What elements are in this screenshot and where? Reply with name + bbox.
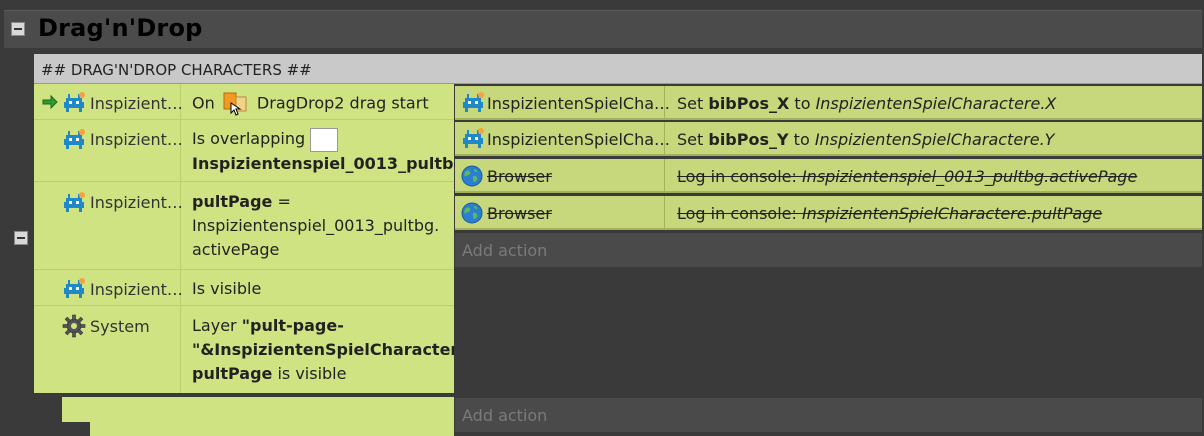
action-object-name: Browser — [487, 167, 552, 186]
trigger-arrow-icon — [42, 95, 58, 109]
action-object-name: Browser — [487, 204, 552, 223]
condition-variable: pultPage — [192, 192, 273, 211]
group-collapse-toggle[interactable] — [11, 22, 25, 36]
action-label: to — [788, 130, 815, 149]
globe-icon — [461, 202, 483, 224]
action-label: Log in console: — [677, 167, 802, 186]
condition-operator: = — [272, 192, 291, 211]
alien-sprite-icon — [64, 278, 85, 298]
action-column-divider — [664, 86, 665, 120]
condition-object-name: Inspizient… — [90, 94, 183, 113]
sub-event-conditions[interactable] — [90, 422, 454, 436]
condition-text: DragDrop2 drag start — [256, 93, 429, 113]
alien-sprite-icon — [64, 129, 85, 149]
condition-param: "pult-page- — [241, 316, 344, 335]
alien-sprite-icon — [64, 92, 85, 112]
action-expression: InspizientenSpielCharactere.X — [815, 94, 1057, 113]
action-label: to — [789, 94, 816, 113]
action-text: Set bibPos_Y to InspizientenSpielCharact… — [677, 130, 1054, 149]
action-text: Log in console: InspizientenSpielCharact… — [677, 204, 1102, 223]
condition-divider — [34, 181, 454, 182]
condition-text: Layer — [192, 316, 242, 335]
action-row-disabled[interactable]: Browser Log in console: InspizientenSpie… — [455, 196, 1202, 230]
condition-text: Is overlapping — [192, 129, 306, 148]
condition-is-overlapping[interactable]: Is overlapping Inspizientenspiel_0013_pu… — [192, 127, 465, 176]
action-expression: InspizientenSpielCharactere.pultPage — [801, 204, 1103, 223]
action-row[interactable]: InspizientenSpielCha… Set bibPos_X to In… — [455, 86, 1202, 120]
action-variable: bibPos_Y — [708, 130, 789, 149]
condition-drag-start[interactable]: On DragDrop2 drag start — [192, 91, 429, 117]
condition-object-name: System — [90, 317, 150, 336]
action-label: Log in console: — [677, 204, 802, 223]
action-object-name: InspizientenSpielCha… — [487, 94, 671, 113]
condition-divider — [34, 269, 454, 270]
event-collapse-toggle[interactable] — [14, 231, 28, 245]
condition-layer-visible[interactable]: Layer "pult-page- "&InspizientenSpielCha… — [192, 314, 454, 386]
add-action-link[interactable]: Add action — [455, 398, 1202, 432]
condition-object-name: Inspizient… — [90, 193, 183, 212]
alien-sprite-icon — [463, 92, 484, 112]
condition-text: is visible — [272, 364, 347, 383]
action-object-name: InspizientenSpielCha… — [487, 130, 671, 149]
action-expression: InspizientenSpielCharactere.Y — [814, 130, 1055, 149]
action-variable: bibPos_X — [708, 94, 790, 113]
action-column-divider — [664, 122, 665, 156]
globe-icon — [461, 165, 483, 187]
condition-param: Inspizientenspiel_0013_pultbg. — [192, 216, 440, 235]
condition-param: "&InspizientenSpielCharactere. — [192, 340, 454, 359]
gear-icon — [62, 314, 86, 338]
action-text: Log in console: Inspizientenspiel_0013_p… — [677, 167, 1137, 186]
condition-param: pultPage — [192, 364, 273, 383]
condition-text: On — [192, 93, 215, 113]
action-text: Set bibPos_X to InspizientenSpielCharact… — [677, 94, 1056, 113]
condition-object-name: Inspizient… — [90, 280, 183, 299]
object-thumbnail — [310, 127, 339, 152]
dragdrop-behavior-icon — [223, 92, 247, 116]
alien-sprite-icon — [64, 192, 85, 212]
condition-divider — [34, 119, 454, 120]
alien-sprite-icon — [463, 128, 484, 148]
action-row-disabled[interactable]: Browser Log in console: Inspizientenspie… — [455, 159, 1202, 193]
condition-param: Inspizientenspiel_0013_pultbg — [192, 153, 465, 173]
action-row[interactable]: InspizientenSpielCha… Set bibPos_Y to In… — [455, 122, 1202, 156]
action-label: Set — [677, 130, 709, 149]
action-column-divider — [664, 159, 665, 193]
condition-divider — [34, 305, 454, 306]
condition-object-name: Inspizient… — [90, 130, 183, 149]
add-action-link[interactable]: Add action — [455, 233, 1202, 267]
comment-row[interactable]: ## DRAG'N'DROP CHARACTERS ## — [34, 54, 1202, 84]
condition-compare-variable[interactable]: pultPage = Inspizientenspiel_0013_pultbg… — [192, 190, 439, 262]
group-title: Drag'n'Drop — [38, 14, 203, 42]
action-expression: Inspizientenspiel_0013_pultbg.activePage — [801, 167, 1138, 186]
action-column-divider — [664, 196, 665, 230]
sub-event-conditions[interactable] — [62, 397, 454, 422]
condition-is-visible[interactable]: Is visible — [192, 277, 261, 301]
condition-param: activePage — [192, 240, 280, 259]
action-label: Set — [677, 94, 709, 113]
